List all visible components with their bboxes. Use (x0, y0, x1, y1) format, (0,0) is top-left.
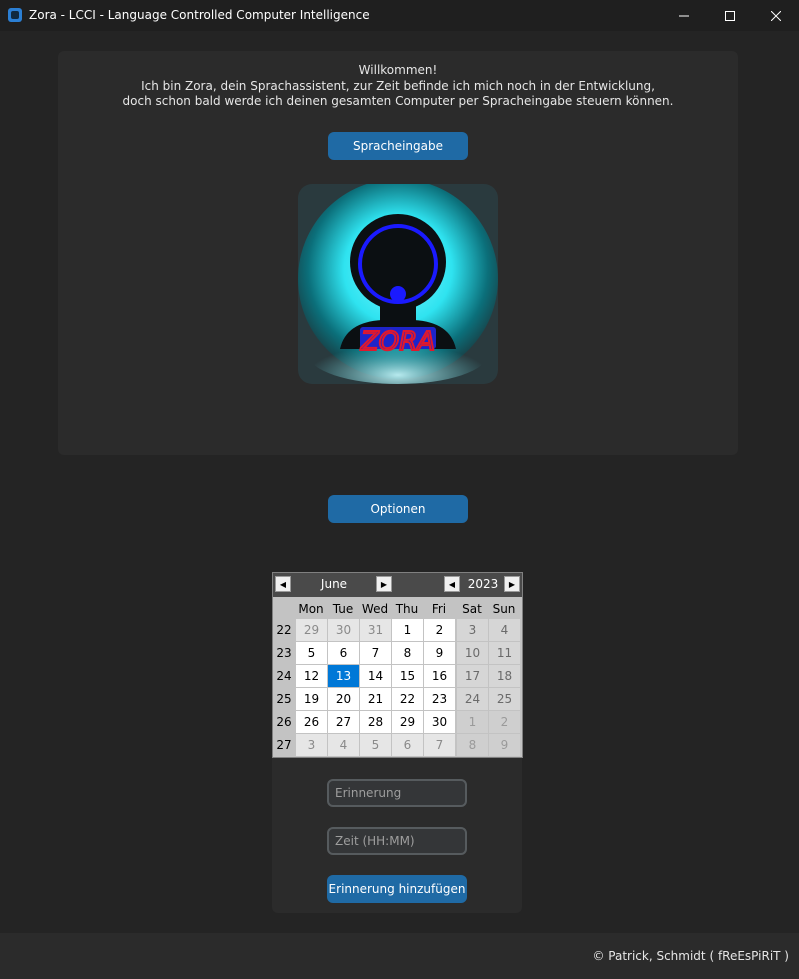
add-reminder-button[interactable]: Erinnerung hinzufügen (327, 875, 467, 903)
calendar-day[interactable]: 10 (457, 642, 488, 664)
calendar-day[interactable]: 12 (296, 665, 327, 687)
calendar-day[interactable]: 14 (360, 665, 391, 687)
calendar-day[interactable]: 29 (392, 711, 423, 733)
reminder-frame: ◀ June ▶ ◀ 2023 ▶ Mon Tue Wed Thu Fri Sat Sun 2… (272, 572, 523, 913)
arrow-left-icon: ◀ (279, 579, 287, 589)
calendar-day[interactable]: 6 (392, 734, 423, 756)
arrow-right-icon: ▶ (380, 579, 388, 589)
reminder-time-input[interactable] (327, 827, 467, 855)
prev-year-button[interactable]: ◀ (444, 576, 460, 592)
calendar-day[interactable]: 24 (457, 688, 488, 710)
calendar-day[interactable]: 31 (360, 619, 391, 641)
prev-month-button[interactable]: ◀ (275, 576, 291, 592)
arrow-right-icon: ▶ (508, 579, 516, 589)
calendar-day[interactable]: 18 (489, 665, 520, 687)
calendar-day[interactable]: 28 (360, 711, 391, 733)
calendar-day-selected[interactable]: 13 (328, 665, 359, 687)
window-title: Zora - LCCI - Language Controlled Comput… (29, 8, 370, 22)
calendar-day[interactable]: 9 (489, 734, 520, 756)
logo-text: ZORA (360, 327, 435, 357)
calendar-day[interactable]: 26 (296, 711, 327, 733)
calendar-day[interactable]: 20 (328, 688, 359, 710)
calendar-day[interactable]: 4 (328, 734, 359, 756)
calendar-day[interactable]: 27 (328, 711, 359, 733)
arrow-left-icon: ◀ (448, 579, 456, 589)
close-icon (771, 10, 781, 21)
weekday-header: Sat (462, 602, 482, 616)
welcome-frame: Willkommen! Ich bin Zora, dein Sprachass… (58, 51, 738, 455)
calendar-day[interactable]: 9 (424, 642, 455, 664)
calendar-day[interactable]: 6 (328, 642, 359, 664)
calendar: ◀ June ▶ ◀ 2023 ▶ Mon Tue Wed Thu Fri Sat Sun 2… (272, 572, 523, 758)
calendar-day[interactable]: 30 (424, 711, 455, 733)
weekday-header: Sun (492, 602, 516, 616)
app-icon (8, 8, 22, 22)
calendar-day[interactable]: 21 (360, 688, 391, 710)
calendar-day[interactable]: 30 (328, 619, 359, 641)
calendar-day[interactable]: 8 (392, 642, 423, 664)
copyright-text: © Patrick, Schmidt ( fReEsPiRiT ) (592, 949, 789, 963)
week-number: 23 (276, 646, 292, 660)
calendar-day[interactable]: 1 (457, 711, 488, 733)
welcome-message: Willkommen! Ich bin Zora, dein Sprachass… (58, 63, 738, 110)
maximize-icon (725, 10, 735, 21)
week-number: 26 (276, 715, 292, 729)
reminder-text-input[interactable] (327, 779, 467, 807)
minimize-button[interactable] (661, 0, 707, 31)
calendar-day[interactable]: 1 (392, 619, 423, 641)
calendar-day[interactable]: 22 (392, 688, 423, 710)
zora-logo: ZORA (298, 184, 498, 384)
next-year-button[interactable]: ▶ (504, 576, 520, 592)
weekday-header: Fri (431, 602, 447, 616)
calendar-day[interactable]: 17 (457, 665, 488, 687)
speech-input-button[interactable]: Spracheingabe (328, 132, 468, 160)
welcome-line-3: doch schon bald werde ich deinen gesamte… (122, 94, 674, 108)
weekday-header: Thu (395, 602, 419, 616)
calendar-day[interactable]: 3 (457, 619, 488, 641)
calendar-day[interactable]: 2 (424, 619, 455, 641)
calendar-day[interactable]: 5 (296, 642, 327, 664)
week-number: 25 (276, 692, 292, 706)
week-number: 24 (276, 669, 292, 683)
calendar-day[interactable]: 15 (392, 665, 423, 687)
footer: © Patrick, Schmidt ( fReEsPiRiT ) (0, 933, 799, 979)
close-button[interactable] (753, 0, 799, 31)
calendar-month: June (320, 577, 348, 591)
calendar-day[interactable]: 7 (424, 734, 455, 756)
calendar-year: 2023 (467, 577, 499, 591)
calendar-day[interactable]: 29 (296, 619, 327, 641)
maximize-button[interactable] (707, 0, 753, 31)
calendar-day[interactable]: 2 (489, 711, 520, 733)
calendar-day[interactable]: 7 (360, 642, 391, 664)
week-number: 27 (276, 738, 292, 752)
calendar-day[interactable]: 16 (424, 665, 455, 687)
calendar-day[interactable]: 5 (360, 734, 391, 756)
welcome-line-1: Willkommen! (358, 63, 438, 77)
calendar-day[interactable]: 11 (489, 642, 520, 664)
options-button[interactable]: Optionen (328, 495, 468, 523)
weekday-header: Tue (332, 602, 354, 616)
next-month-button[interactable]: ▶ (376, 576, 392, 592)
calendar-day[interactable]: 25 (489, 688, 520, 710)
calendar-day[interactable]: 3 (296, 734, 327, 756)
week-number: 22 (276, 623, 292, 637)
welcome-line-2: Ich bin Zora, dein Sprachassistent, zur … (141, 78, 655, 93)
minimize-icon (679, 15, 689, 16)
weekday-header: Mon (298, 602, 324, 616)
calendar-day[interactable]: 23 (424, 688, 455, 710)
weekday-header: Wed (361, 602, 389, 616)
calendar-day[interactable]: 8 (457, 734, 488, 756)
calendar-header: ◀ June ▶ ◀ 2023 ▶ (273, 573, 522, 597)
calendar-day[interactable]: 4 (489, 619, 520, 641)
calendar-day[interactable]: 19 (296, 688, 327, 710)
title-bar: Zora - LCCI - Language Controlled Comput… (0, 0, 799, 31)
